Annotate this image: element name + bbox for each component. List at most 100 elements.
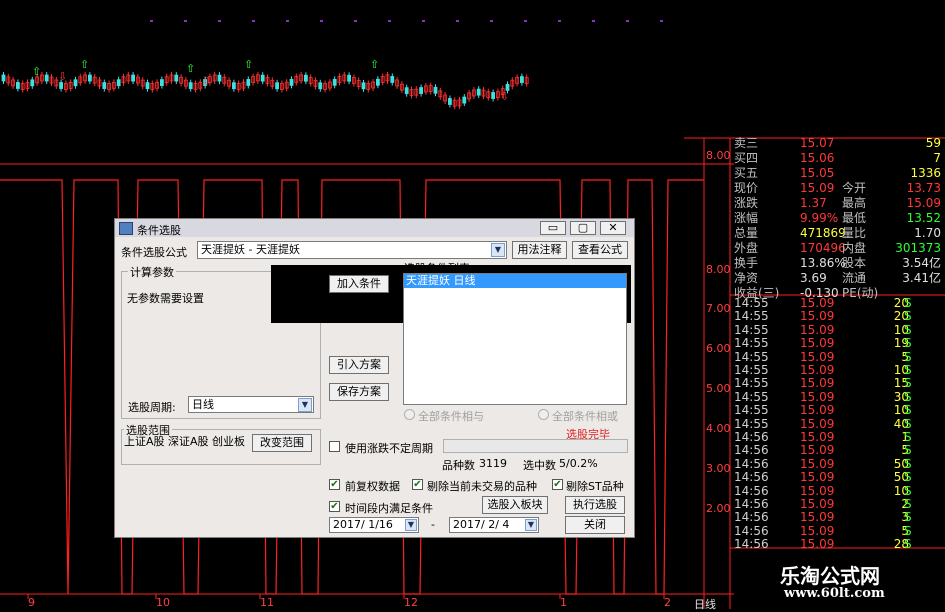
candle-body (116, 79, 121, 87)
selected-label: 选中数 (523, 459, 556, 472)
formula-select[interactable]: 天涯提妖 - 天涯提妖 ▼ (197, 241, 507, 259)
save-plan-button[interactable]: 保存方案 (329, 383, 389, 401)
quote-value: 15.09 (800, 181, 835, 195)
tick-price: 15.09 (800, 309, 835, 324)
marker-dot (660, 20, 663, 22)
tick-list: 14:55 15.09 20 S 14:55 15.09 20 S 14:55 15.09 10 S 1… (734, 296, 945, 551)
quote-value: 9.99% (800, 211, 839, 225)
candle-body (102, 82, 107, 89)
tick-price: 15.09 (800, 416, 835, 431)
period-select[interactable]: 日线 ▼ (188, 396, 314, 413)
quote-value: 1.37 (800, 196, 827, 210)
tick-price: 15.09 (800, 363, 835, 377)
close-icon[interactable]: ✕ (600, 221, 626, 235)
date-axis-label: 9 (28, 596, 35, 609)
prior-rights-checkbox[interactable]: ✔ (329, 479, 340, 490)
candle-body (289, 78, 294, 86)
dialog-titlebar[interactable]: 条件选股 ▭ ▢ ✕ (115, 219, 634, 237)
app-icon (119, 222, 133, 235)
maximize-icon[interactable]: ▢ (570, 221, 596, 235)
tick-side: S (904, 510, 912, 525)
quote-value: 15.07 (800, 136, 835, 150)
candle-body (332, 78, 337, 86)
candle-body (15, 82, 20, 89)
exclude-suspended-checkbox[interactable]: ✔ (412, 479, 423, 490)
time-range-label: 时间段内满足条件 (345, 502, 433, 515)
condition-list[interactable]: 天涯提妖 日线 (403, 273, 627, 405)
candle-body (174, 74, 179, 82)
tick-price: 15.09 (800, 470, 835, 485)
tick-row: 14:56 15.09 50 S (734, 470, 945, 485)
candle-body (491, 92, 496, 99)
time-range-checkbox[interactable]: ✔ (329, 501, 340, 512)
view-formula-button[interactable]: 查看公式 (572, 241, 628, 259)
tick-time: 14:56 (734, 470, 769, 485)
quote-row: 总量 471869 量比 1.70 (734, 226, 945, 241)
tick-row: 14:55 15.09 10 S (734, 403, 945, 417)
tick-price: 15.09 (800, 376, 835, 391)
price-axis-label: 7.00 (706, 302, 731, 315)
range-text: 上证A股 深证A股 创业板 (124, 435, 246, 448)
run-screen-button[interactable]: 执行选股 (565, 496, 625, 514)
tick-side: S (904, 430, 912, 444)
change-range-button[interactable]: 改变范围 (252, 434, 312, 452)
price-axis-label: 3.00 (706, 462, 731, 475)
quote-row: 涨幅 9.99% 最低 13.52 (734, 211, 945, 226)
price-axis-label: 8.00 (706, 149, 731, 162)
quote-value2: 59 (925, 136, 941, 150)
marker-dot (524, 20, 527, 22)
tick-time: 14:56 (734, 443, 769, 458)
candle-body (390, 76, 395, 83)
marker-dot (286, 20, 289, 22)
quote-value2: 7 (933, 151, 941, 165)
date-to-picker[interactable]: 2017/ 2/ 4 ▼ (449, 517, 539, 533)
price-axis-label: 5.00 (706, 382, 731, 395)
usage-notes-button[interactable]: 用法注释 (512, 241, 567, 259)
quote-label: 外盘 (734, 241, 759, 255)
candle-body (188, 82, 193, 90)
tick-price: 15.09 (800, 389, 835, 404)
calendar-dropdown-icon: ▼ (525, 519, 537, 531)
add-condition-button[interactable]: 加入条件 (329, 275, 389, 293)
period-label[interactable]: 日线 (694, 596, 716, 612)
tick-row: 14:55 15.09 30 S (734, 389, 945, 404)
condition-list-item[interactable]: 天涯提妖 日线 (404, 274, 626, 288)
minimize-icon[interactable]: ▭ (540, 221, 566, 235)
exclude-st-checkbox[interactable]: ✔ (552, 479, 563, 490)
date-axis-label: 2 (664, 596, 671, 609)
tick-side: S (904, 537, 912, 552)
radio-or[interactable] (538, 409, 549, 420)
unstable-period-label: 使用涨跌不定周期 (345, 442, 433, 455)
unstable-period-checkbox[interactable] (329, 441, 340, 452)
to-block-button[interactable]: 选股入板块 (482, 496, 548, 514)
quote-extra-label: 最低 (842, 211, 867, 225)
candle-body (404, 87, 409, 95)
tick-row: 14:56 15.09 50 S (734, 456, 945, 471)
import-plan-button[interactable]: 引入方案 (329, 356, 389, 374)
tick-time: 14:56 (734, 430, 769, 444)
tick-price: 15.09 (800, 523, 835, 538)
watermark-title: 乐淘公式网 (780, 564, 880, 588)
radio-and[interactable] (404, 409, 415, 420)
radio-and-label: 全部条件相与 (418, 410, 484, 423)
tick-side: S (904, 376, 912, 391)
quote-value: 13.86% (800, 256, 846, 270)
params-group-label: 计算参数 (128, 264, 176, 280)
quote-row: 外盘 170496 内盘 301373 (734, 241, 945, 256)
date-axis-label: 11 (260, 596, 274, 609)
quote-label: 买五 (734, 166, 759, 180)
signal-arrow-icon: ⇩ (202, 75, 211, 88)
quote-label: 总量 (734, 226, 759, 240)
tick-time: 14:56 (734, 456, 769, 471)
tick-time: 14:56 (734, 523, 769, 538)
quote-extra-label: 量比 (842, 226, 867, 240)
price-axis-label: 4.00 (706, 422, 731, 435)
tick-row: 14:56 15.09 1 S (734, 430, 945, 444)
signal-arrow-icon: ⇧ (32, 65, 41, 78)
signal-arrow-icon: ⇧ (186, 62, 195, 75)
candle-body (520, 76, 524, 83)
candle-body (231, 82, 236, 90)
close-button[interactable]: 关闭 (565, 516, 625, 534)
marker-dot (218, 20, 221, 22)
date-from-picker[interactable]: 2017/ 1/16 ▼ (329, 517, 419, 533)
